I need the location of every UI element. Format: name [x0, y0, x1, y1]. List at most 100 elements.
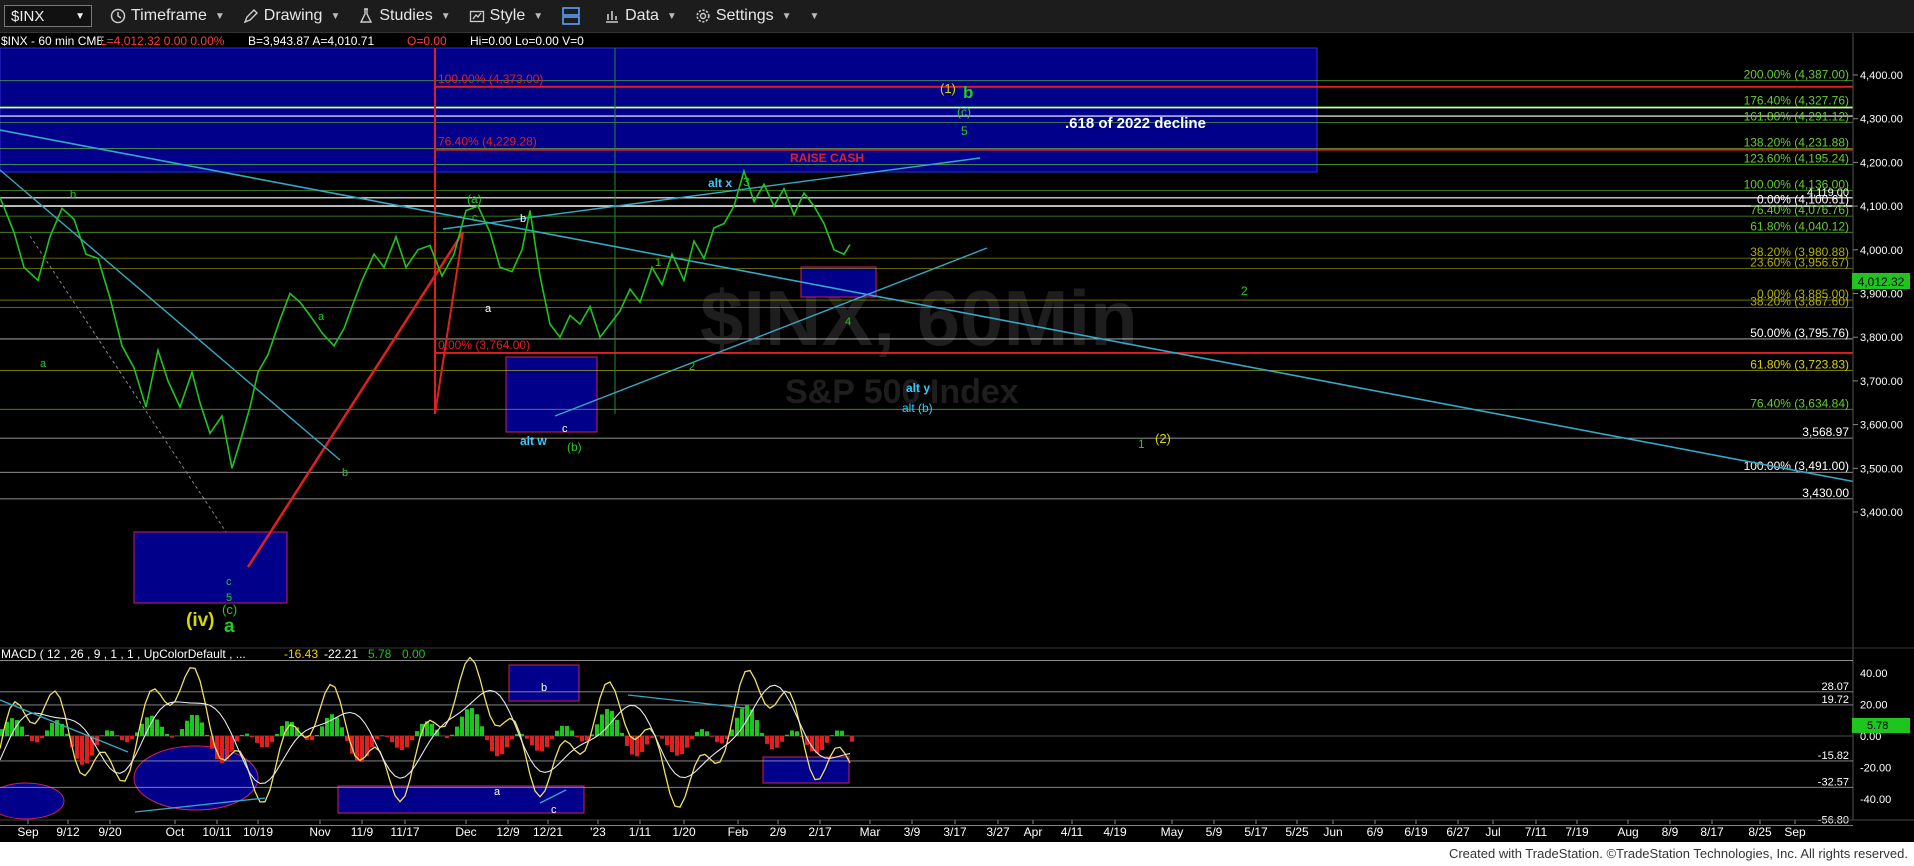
- annotation-wave-2-right: 2: [1241, 284, 1248, 298]
- annotation-wave-a-mid: a: [318, 311, 325, 323]
- macd-bar: [560, 725, 564, 736]
- x-tick-label: 9/12: [56, 825, 80, 839]
- fib-label: 138.20% (4,231.88): [1744, 135, 1849, 149]
- macd-level-label: -15.82: [1818, 750, 1849, 762]
- x-tick-label: Aug: [1617, 825, 1638, 839]
- macd-bar: [535, 736, 539, 751]
- x-tick-label: 7/19: [1565, 825, 1589, 839]
- macd-bar: [665, 736, 669, 746]
- studies-menu[interactable]: Studies ▼: [358, 7, 451, 25]
- macd-bar: [480, 726, 484, 736]
- macd-bar: [105, 730, 109, 736]
- x-tick-label: Sep: [17, 825, 39, 839]
- february-box: [800, 266, 877, 298]
- fib-label: 161.80% (4,291.12): [1744, 110, 1849, 124]
- macd-bar: [595, 724, 599, 736]
- copyright-text: Created with TradeStation. ©TradeStation…: [1448, 846, 1908, 861]
- macd-bar: [780, 736, 784, 742]
- macd-tick-label: 40.00: [1860, 668, 1888, 680]
- macd-bar: [565, 725, 569, 736]
- macd-level-label: 19.72: [1821, 694, 1849, 706]
- symbol-selector[interactable]: $INX ▼: [4, 5, 92, 27]
- x-tick-label: Feb: [728, 825, 749, 839]
- macd-bar: [715, 736, 719, 743]
- x-tick-label: Apr: [1024, 825, 1043, 839]
- data-menu[interactable]: Data ▼: [604, 7, 677, 25]
- settings-menu[interactable]: Settings ▼: [695, 7, 792, 25]
- x-tick-label: 3/17: [943, 825, 967, 839]
- annotation-wave-5: 5: [961, 124, 968, 138]
- annotation-alt-y: alt y: [906, 381, 930, 395]
- x-tick-label: 3/9: [904, 825, 921, 839]
- macd-legend-label: MACD ( 12 , 26 , 9 , 1 , 1 , UpColorDefa…: [1, 647, 246, 661]
- chart-area[interactable]: $INX - 60 min CME L=4,012.32 0.00 0.00% …: [0, 33, 1914, 842]
- macd-bar: [605, 709, 609, 736]
- price-tick-label: 4,400.00: [1860, 70, 1903, 82]
- annotation-wave-a-white: a: [485, 303, 492, 315]
- macd-bar: [80, 736, 84, 765]
- chevron-down-icon: ▼: [330, 10, 341, 22]
- toolbar: $INX ▼ Timeframe ▼ Drawing ▼ Studies ▼ Styl…: [0, 0, 1914, 33]
- macd-bar: [500, 736, 504, 755]
- macd-bar: [35, 736, 39, 743]
- macd-bar: [110, 730, 114, 736]
- annotation-alt-x: alt x: [708, 176, 732, 190]
- layout-button[interactable]: [561, 6, 586, 26]
- macd-bar: [790, 730, 794, 736]
- macd-bar: [765, 736, 769, 744]
- macd-bar: [545, 736, 549, 747]
- chevron-down-icon: ▼: [809, 10, 820, 22]
- timeframe-menu[interactable]: Timeframe ▼: [110, 7, 225, 25]
- macd-bar: [390, 736, 394, 743]
- watermark-symbol: $INX, 60Min: [700, 274, 1138, 362]
- macd-bar: [510, 736, 514, 740]
- x-tick-label: 8/17: [1700, 825, 1724, 839]
- bar-chart-icon: [606, 11, 619, 23]
- macd-bar: [785, 734, 789, 736]
- x-tick-label: 11/9: [351, 825, 374, 839]
- macd-bar: [100, 735, 104, 736]
- macd-bar: [335, 717, 339, 736]
- x-tick-label: May: [1161, 825, 1184, 839]
- x-tick-label: 9/20: [98, 825, 122, 839]
- chart-header-open: O=0.00: [407, 34, 447, 48]
- macd-annotation-b: b: [541, 682, 547, 694]
- layout-icon: [562, 7, 580, 25]
- drawing-menu[interactable]: Drawing ▼: [243, 7, 341, 25]
- studies-label: Studies: [379, 7, 433, 24]
- macd-bar: [740, 708, 744, 736]
- x-tick-label: 5/9: [1206, 825, 1223, 839]
- annotation-wave-c-paren: (c): [957, 105, 971, 119]
- macd-bar: [700, 729, 704, 736]
- macd-bar: [760, 733, 764, 736]
- style-icon: [469, 10, 484, 23]
- price-tick-label: 3,700.00: [1860, 376, 1903, 388]
- macd-bar: [20, 726, 24, 736]
- x-tick-label: Jun: [1323, 825, 1342, 839]
- annotation-wave-2-paren: (2): [1155, 431, 1171, 446]
- macd-bar: [485, 736, 489, 741]
- macd-bar: [470, 708, 474, 736]
- macd-bar: [380, 735, 384, 736]
- fib-label: 50.00% (3,795.76): [1750, 326, 1849, 340]
- macd-bar: [155, 719, 159, 736]
- fib-label: 76.40% (3,634.84): [1750, 396, 1849, 410]
- macd-bar: [405, 736, 409, 748]
- more-button[interactable]: ▼: [810, 11, 820, 22]
- annotation-wave-b-mid: b: [342, 467, 348, 479]
- macd-bar: [275, 733, 279, 736]
- macd-bar: [555, 730, 559, 736]
- style-menu[interactable]: Style ▼: [469, 7, 543, 25]
- macd-bar: [695, 731, 699, 736]
- price-tick-label: 3,400.00: [1860, 507, 1903, 519]
- flask-icon: [360, 8, 373, 23]
- x-tick-label: 1/11: [629, 825, 652, 839]
- macd-bar: [245, 733, 249, 736]
- x-tick-label: Oct: [166, 825, 185, 839]
- red-fib-label: 76.40% (4,229.28): [438, 135, 537, 149]
- macd-bar: [525, 736, 529, 739]
- fib-label: 61.80% (3,723.83): [1750, 357, 1849, 371]
- annotation-wave-a-paren: (a): [467, 192, 482, 206]
- macd-bar: [460, 716, 464, 736]
- macd-bar: [465, 709, 469, 736]
